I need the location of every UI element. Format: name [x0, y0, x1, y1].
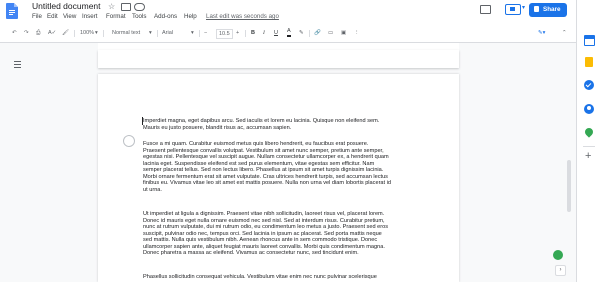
- cloud-status-icon[interactable]: [134, 3, 145, 11]
- maps-icon[interactable]: [583, 126, 595, 138]
- present-icon[interactable]: [505, 4, 521, 15]
- text-line: Imperdiet magna, eget dapibus arcu. Sed …: [143, 118, 380, 124]
- title-bar: Untitled document ☆ File Edit View Inser…: [0, 0, 600, 24]
- font-size-input[interactable]: 10.5: [216, 29, 233, 39]
- side-panel-rail: +: [576, 0, 600, 282]
- document-title[interactable]: Untitled document: [32, 1, 101, 11]
- link-icon[interactable]: 🔗: [314, 28, 321, 38]
- spellcheck-icon[interactable]: A✓: [48, 28, 56, 38]
- font-select[interactable]: Arial: [162, 28, 173, 38]
- explore-icon[interactable]: [553, 250, 563, 260]
- style-select[interactable]: Normal text: [112, 28, 140, 38]
- paragraph-1[interactable]: Imperdiet magna, eget dapibus arcu. Sed …: [143, 118, 415, 131]
- italic-icon[interactable]: I: [263, 28, 265, 38]
- font-dropdown-icon[interactable]: ▾: [191, 28, 194, 38]
- present-dropdown-icon[interactable]: ▾: [522, 4, 525, 11]
- toolbar-divider: [103, 30, 104, 37]
- image-icon[interactable]: ▣: [341, 28, 346, 38]
- page-previous: [98, 50, 459, 68]
- collapse-icon[interactable]: ⌃: [562, 28, 567, 38]
- star-icon[interactable]: ☆: [108, 2, 115, 11]
- text-line: sed mattis. Nulla quis vestibulum nibh. …: [143, 237, 378, 244]
- style-dropdown-icon[interactable]: ▾: [149, 28, 152, 38]
- menu-insert[interactable]: Insert: [82, 13, 97, 20]
- redo-icon[interactable]: ↷: [24, 28, 29, 38]
- toolbar-divider: [199, 30, 200, 37]
- font-size-decrease-icon[interactable]: −: [204, 28, 207, 38]
- toolbar-divider: [157, 30, 158, 37]
- outline-icon[interactable]: [14, 61, 21, 69]
- last-edit-link[interactable]: Last edit was seconds ago: [206, 13, 279, 20]
- toolbar: ↶ ↷ ⎙ A✓ 🖌 100% ▾ Normal text ▾ Arial ▾ …: [0, 24, 576, 43]
- docs-logo-icon[interactable]: [6, 3, 18, 19]
- lock-icon: [534, 6, 539, 12]
- text-line: Mauris eu justo posuere, blandit risus a…: [143, 124, 292, 131]
- edit-mode-icon[interactable]: ✎▾: [538, 28, 545, 38]
- toolbar-divider: [245, 30, 246, 37]
- menu-edit[interactable]: Edit: [47, 13, 58, 20]
- paragraph-2[interactable]: Fusce a mi quam. Curabitur euismod metus…: [143, 141, 415, 193]
- tasks-icon[interactable]: [584, 80, 594, 90]
- menu-help[interactable]: Help: [184, 13, 197, 20]
- show-panel-icon[interactable]: ›: [555, 265, 566, 276]
- menu-view[interactable]: View: [63, 13, 76, 20]
- text-line: ut urna.: [143, 186, 162, 193]
- underline-icon[interactable]: U: [274, 28, 278, 38]
- paint-format-icon[interactable]: 🖌: [62, 28, 69, 38]
- highlight-icon[interactable]: ✎: [299, 28, 304, 38]
- contacts-icon[interactable]: [584, 104, 594, 114]
- zoom-dropdown-icon[interactable]: ▾: [95, 28, 98, 38]
- menu-format[interactable]: Format: [106, 13, 126, 20]
- add-comment-icon[interactable]: [123, 135, 135, 147]
- text-line: egestas nisi. Pellentesque vel suscipit …: [143, 154, 389, 161]
- add-icon[interactable]: +: [585, 151, 591, 162]
- share-button[interactable]: Share: [529, 3, 567, 17]
- text-line: Ut imperdiet at ligula a dignissim. Prae…: [143, 211, 385, 217]
- print-icon[interactable]: ⎙: [36, 28, 40, 38]
- text-line: semper placerat tellus. Sed non lectus l…: [143, 167, 384, 174]
- paragraph-4[interactable]: Phasellus sollicitudin consequat vehicul…: [143, 274, 415, 281]
- move-folder-icon[interactable]: [121, 3, 131, 11]
- comments-icon[interactable]: [480, 5, 491, 14]
- text-line: finibus eu. Vivamus vitae leo sit amet e…: [143, 180, 392, 187]
- keep-icon[interactable]: [585, 57, 593, 67]
- text-line: nunc at rutrum vulputate, dui mi rutrum …: [143, 224, 389, 231]
- text-line: Donec pharetra a massa ac eleifend. Viva…: [143, 250, 359, 257]
- more-icon[interactable]: ⋮: [354, 28, 360, 38]
- font-size-increase-icon[interactable]: +: [236, 28, 239, 38]
- comment-icon[interactable]: ▭: [328, 28, 333, 38]
- toolbar-divider: [309, 30, 310, 37]
- share-label: Share: [543, 6, 561, 13]
- text-color-icon[interactable]: A: [287, 28, 291, 37]
- scrollbar-thumb[interactable]: [567, 160, 571, 212]
- calendar-icon[interactable]: [584, 35, 595, 46]
- bold-icon[interactable]: B: [251, 28, 255, 38]
- undo-icon[interactable]: ↶: [12, 28, 17, 38]
- paragraph-3[interactable]: Ut imperdiet at ligula a dignissim. Prae…: [143, 211, 415, 257]
- text-line: Phasellus sollicitudin consequat vehicul…: [143, 274, 377, 280]
- rail-divider: [583, 146, 595, 147]
- menu-addons[interactable]: Add-ons: [154, 13, 177, 20]
- zoom-select[interactable]: 100%: [80, 28, 94, 38]
- menu-tools[interactable]: Tools: [132, 13, 146, 20]
- toolbar-divider: [74, 30, 75, 37]
- menu-file[interactable]: File: [32, 13, 42, 20]
